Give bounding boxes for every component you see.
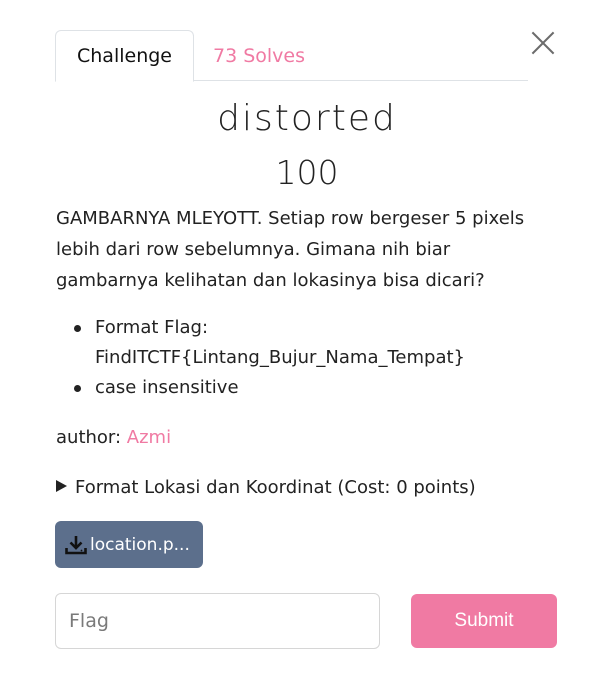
triangle-right-icon (56, 480, 67, 492)
author-label: author: (56, 427, 127, 448)
download-icon (65, 535, 87, 554)
flag-input[interactable] (55, 593, 380, 649)
file-name: location.p... (90, 534, 190, 555)
challenge-description: GAMBARNYA MLEYOTT. Setiap row bergeser 5… (56, 208, 525, 291)
author-line: author: Azmi (56, 424, 171, 452)
hint-label: Format Lokasi dan Koordinat (Cost: 0 poi… (75, 477, 476, 498)
download-file-button[interactable]: location.p... (55, 521, 203, 568)
challenge-modal: Challenge 73 Solves distorted 100 GAMBAR… (0, 0, 614, 676)
list-item-case: case insensitive (56, 373, 556, 403)
submit-button[interactable]: Submit (411, 594, 557, 648)
tab-solves[interactable]: 73 Solves (194, 30, 324, 81)
hint-toggle[interactable]: Format Lokasi dan Koordinat (Cost: 0 poi… (56, 474, 476, 502)
list-item-flag-format: Format Flag: FindITCTF{Lintang_Bujur_Nam… (56, 313, 556, 373)
tab-challenge[interactable]: Challenge (55, 30, 194, 82)
tab-bar: Challenge 73 Solves (55, 30, 528, 82)
challenge-points: 100 (275, 153, 339, 192)
challenge-name: distorted (217, 98, 397, 139)
close-icon[interactable] (530, 30, 556, 56)
author-link[interactable]: Azmi (127, 427, 171, 448)
challenge-notes: Format Flag: FindITCTF{Lintang_Bujur_Nam… (56, 313, 556, 403)
